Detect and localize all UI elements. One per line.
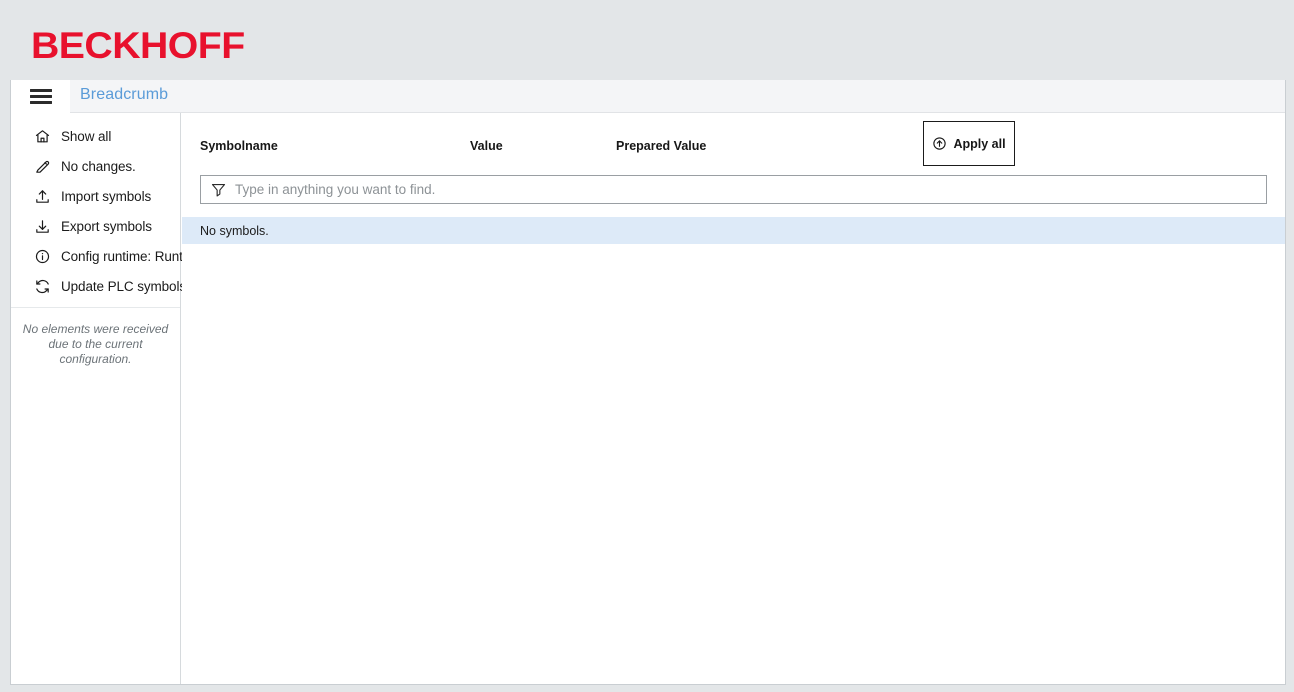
arrow-up-circle-icon: [933, 137, 947, 150]
download-icon: [33, 217, 52, 236]
sidebar-configuration-note: No elements were received due to the cur…: [22, 322, 169, 366]
pencil-icon: [33, 157, 52, 176]
upload-icon: [33, 187, 52, 206]
symbol-table-pane: Symbolname Value Prepared Value Apply al…: [182, 113, 1285, 684]
funnel-filter-icon: [211, 183, 226, 197]
sidebar-divider: [11, 307, 180, 308]
breadcrumb[interactable]: Breadcrumb: [80, 86, 168, 104]
sidebar-item-import-symbols[interactable]: Import symbols: [11, 181, 180, 211]
sidebar-item-label: Show all: [61, 128, 112, 144]
symbol-filter[interactable]: [200, 175, 1267, 204]
sidebar-item-update-plc-symbols[interactable]: Update PLC symbols: [11, 271, 186, 301]
beckhoff-logo: BECKHOFF: [31, 25, 245, 66]
info-circle-icon: [33, 247, 52, 266]
sidebar-item-no-changes[interactable]: No changes.: [11, 151, 180, 181]
sidebar-item-show-all[interactable]: Show all: [11, 121, 180, 151]
apply-all-button[interactable]: Apply all: [923, 121, 1015, 166]
sidebar-item-config-runtime[interactable]: Config runtime: Runtime1: [11, 241, 212, 271]
no-symbols-message: No symbols.: [200, 223, 269, 238]
hamburger-menu-icon: [29, 89, 52, 104]
sidebar: Show all No changes. Import symbols Expo…: [11, 113, 212, 684]
menu-toggle-button[interactable]: [11, 80, 70, 113]
sidebar-item-label: Update PLC symbols: [61, 278, 187, 294]
sidebar-item-label: Export symbols: [61, 218, 152, 234]
home-icon: [33, 127, 52, 146]
sidebar-item-export-symbols[interactable]: Export symbols: [11, 211, 180, 241]
refresh-icon: [33, 277, 52, 296]
table-header: Symbolname Value Prepared Value Apply al…: [182, 113, 1285, 175]
app-root: BECKHOFF Breadcrumb Show all No changes.…: [0, 0, 1294, 692]
column-header-symbolname: Symbolname: [200, 139, 278, 153]
column-header-prepared-value: Prepared Value: [616, 139, 707, 153]
breadcrumb-bar: Breadcrumb: [11, 80, 1285, 113]
table-row-empty[interactable]: No symbols.: [182, 217, 1285, 244]
brand-header: BECKHOFF: [0, 0, 1294, 80]
apply-all-label: Apply all: [953, 136, 1006, 151]
sidebar-item-label: No changes.: [61, 158, 136, 174]
sidebar-item-label: Import symbols: [61, 188, 152, 204]
application-shell: Breadcrumb Show all No changes. Import s…: [10, 80, 1286, 685]
search-input[interactable]: [235, 176, 1266, 203]
column-header-value: Value: [470, 139, 503, 153]
